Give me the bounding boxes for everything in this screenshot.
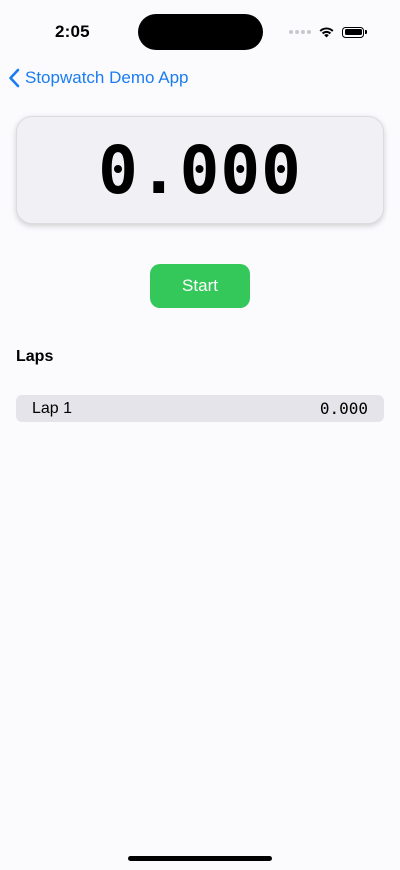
cellular-signal-icon — [289, 30, 311, 34]
lap-time: 0.000 — [319, 399, 368, 418]
start-button[interactable]: Start — [150, 264, 250, 308]
laps-list: Lap 1 0.000 — [16, 395, 384, 422]
battery-icon — [342, 26, 367, 38]
timer-display: 0.000 — [98, 131, 302, 209]
lap-label: Lap 1 — [32, 399, 73, 417]
dynamic-island — [138, 14, 263, 50]
home-indicator[interactable] — [128, 856, 272, 861]
chevron-left-icon — [9, 68, 20, 88]
status-time: 2:05 — [55, 22, 90, 41]
status-icons — [289, 24, 367, 40]
back-button[interactable]: Stopwatch Demo App — [8, 66, 188, 90]
timer-card: 0.000 — [16, 116, 384, 224]
laps-heading: Laps — [16, 348, 54, 365]
status-bar: 2:05 — [0, 0, 400, 60]
lap-row: Lap 1 0.000 — [16, 395, 384, 422]
wifi-icon — [319, 27, 334, 38]
back-button-label: Stopwatch Demo App — [25, 68, 189, 87]
